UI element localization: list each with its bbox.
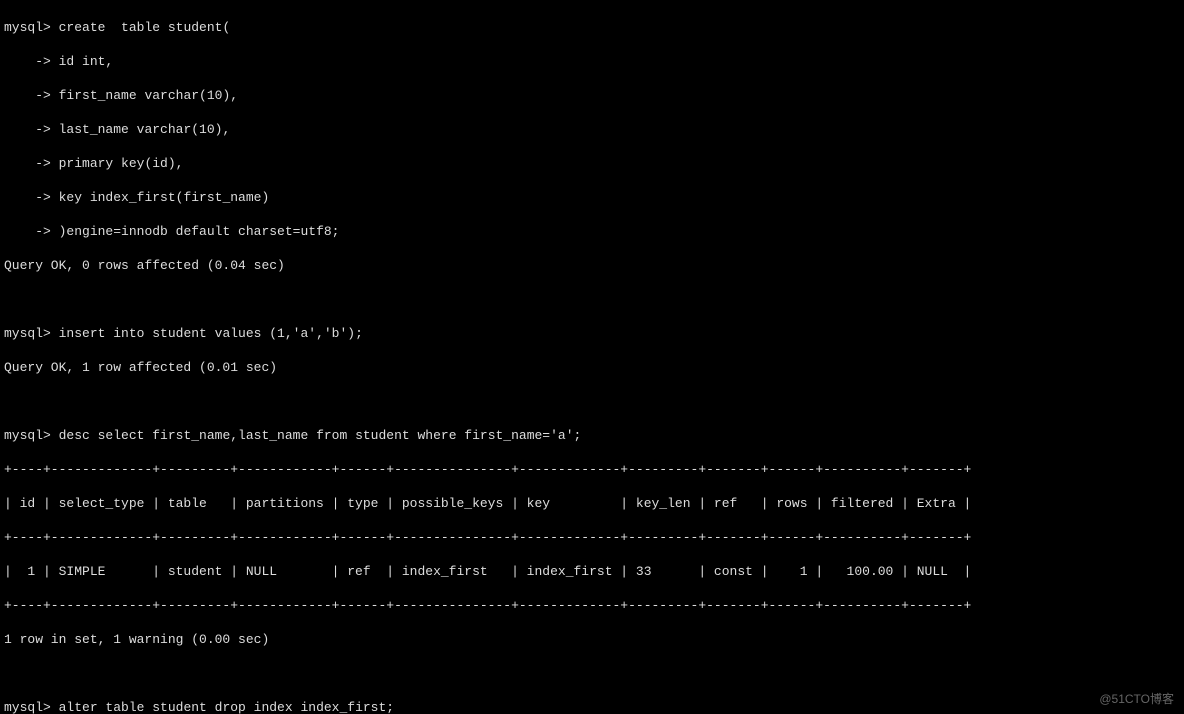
table-border: +----+-------------+---------+----------…: [4, 461, 1180, 478]
terminal[interactable]: mysql> create table student( -> id int, …: [0, 0, 1184, 714]
cmd-cont: -> key index_first(first_name): [4, 189, 1180, 206]
cmd-cont: -> first_name varchar(10),: [4, 87, 1180, 104]
watermark: @51CTO博客: [1099, 691, 1174, 708]
blank: [4, 393, 1180, 410]
cmd-line: mysql> insert into student values (1,'a'…: [4, 325, 1180, 342]
response: 1 row in set, 1 warning (0.00 sec): [4, 631, 1180, 648]
cmd-line: mysql> create table student(: [4, 19, 1180, 36]
response: Query OK, 1 row affected (0.01 sec): [4, 359, 1180, 376]
table-border: +----+-------------+---------+----------…: [4, 597, 1180, 614]
cmd-line: mysql> desc select first_name,last_name …: [4, 427, 1180, 444]
table-header: | id | select_type | table | partitions …: [4, 495, 1180, 512]
table-border: +----+-------------+---------+----------…: [4, 529, 1180, 546]
table-row: | 1 | SIMPLE | student | NULL | ref | in…: [4, 563, 1180, 580]
cmd-cont: -> primary key(id),: [4, 155, 1180, 172]
response: Query OK, 0 rows affected (0.04 sec): [4, 257, 1180, 274]
blank: [4, 665, 1180, 682]
cmd-cont: -> last_name varchar(10),: [4, 121, 1180, 138]
cmd-cont: -> )engine=innodb default charset=utf8;: [4, 223, 1180, 240]
blank: [4, 291, 1180, 308]
cmd-line: mysql> alter table student drop index in…: [4, 699, 1180, 714]
cmd-cont: -> id int,: [4, 53, 1180, 70]
